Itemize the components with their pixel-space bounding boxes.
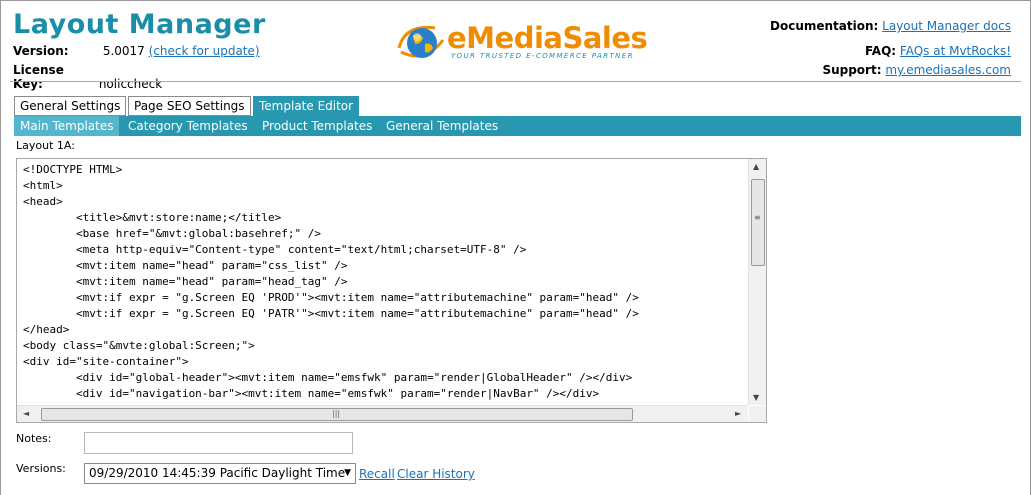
code-line: <!DOCTYPE HTML> (23, 163, 123, 176)
license-row: License Key: noliccheck (13, 63, 162, 91)
support-row: Support: my.emediasales.com (822, 63, 1011, 77)
subtab-product-templates[interactable]: Product Templates (256, 116, 378, 136)
code-line: <html> (23, 179, 63, 192)
scroll-left-icon[interactable]: ◄ (23, 409, 29, 418)
code-line: <mvt:if expr = "g.Screen EQ 'PROD'"><mvt… (23, 291, 639, 304)
code-line: <title>&mvt:store:name;</title> (23, 211, 282, 224)
tab-template-editor[interactable]: Template Editor (253, 96, 360, 116)
tab-general-settings[interactable]: General Settings (14, 96, 127, 116)
support-link[interactable]: my.emediasales.com (885, 63, 1011, 77)
logo-tagline: YOUR TRUSTED E-COMMERCE PARTNER (451, 52, 634, 60)
faq-label: FAQ: (864, 44, 897, 58)
grip-icon: ||| (332, 409, 341, 418)
window-border-left (0, 0, 1, 495)
code-text[interactable]: <!DOCTYPE HTML> <html> <head> <title>&mvt:… (23, 162, 745, 403)
code-line: <base href="&mvt:global:basehref;" /> (23, 227, 322, 240)
clear-history-link[interactable]: Clear History (397, 467, 475, 481)
version-row: Version: 5.0017 (check for update) (13, 44, 260, 58)
code-line: <mvt:if expr = "g.Screen EQ 'PATR'"><mvt… (23, 307, 639, 320)
code-line: <mvt:item name="head" param="css_list" /… (23, 259, 348, 272)
horizontal-scrollbar[interactable]: ◄ ||| ► (17, 405, 748, 422)
window-border-top (0, 0, 1031, 1)
code-line: <div id="global-header"><mvt:item name="… (23, 371, 633, 384)
scroll-right-icon[interactable]: ► (735, 409, 741, 418)
subtab-main-templates[interactable]: Main Templates (14, 116, 120, 136)
layout-label: Layout 1A: (16, 139, 75, 152)
support-label: Support: (822, 63, 882, 77)
code-line: <head> (23, 195, 63, 208)
recall-link[interactable]: Recall (359, 467, 395, 481)
notes-label: Notes: (16, 432, 52, 445)
notes-input[interactable] (84, 432, 353, 454)
version-value: 5.0017 (102, 44, 145, 58)
header-divider (10, 81, 1021, 82)
license-label: License Key: (13, 63, 64, 91)
code-line: <mvt:item name="head" param="head_tag" /… (23, 275, 348, 288)
code-line: <div id="site-container"> (23, 355, 189, 368)
vertical-scroll-thumb[interactable]: ≡ (751, 179, 765, 266)
tab-page-seo-settings[interactable]: Page SEO Settings (128, 96, 251, 116)
code-line: <body class="&mvte:global:Screen;"> (23, 339, 255, 352)
documentation-link[interactable]: Layout Manager docs (882, 19, 1011, 33)
horizontal-scroll-thumb[interactable]: ||| (41, 408, 633, 421)
versions-select[interactable]: 09/29/2010 14:45:39 Pacific Daylight Tim… (84, 463, 356, 484)
logo-text: eMediaSales (447, 21, 648, 55)
faq-link[interactable]: FAQs at MvtRocks! (900, 44, 1011, 58)
chevron-down-icon[interactable]: ▼ (344, 464, 351, 483)
scroll-corner (749, 406, 766, 422)
check-update-link[interactable]: (check for update) (149, 44, 260, 58)
version-label: Version: (13, 44, 69, 58)
subtab-category-templates[interactable]: Category Templates (122, 116, 254, 136)
globe-icon (397, 25, 445, 58)
documentation-label: Documentation: (770, 19, 879, 33)
grip-icon: ≡ (754, 213, 761, 222)
app-title: Layout Manager (13, 9, 266, 40)
versions-label: Versions: (16, 462, 66, 475)
code-line: <div id="navigation-bar"><mvt:item name=… (23, 387, 600, 400)
template-subnav: Main Templates Category Templates Produc… (14, 116, 1021, 136)
template-code-editor[interactable]: <!DOCTYPE HTML> <html> <head> <title>&mvt:… (16, 158, 767, 423)
scroll-up-icon[interactable]: ▲ (753, 162, 759, 171)
emediasales-logo: eMediaSales YOUR TRUSTED E-COMMERCE PART… (395, 18, 665, 66)
code-line: <meta http-equiv="Content-type" content=… (23, 243, 527, 256)
faq-row: FAQ: FAQs at MvtRocks! (865, 44, 1011, 58)
code-line: </head> (23, 323, 70, 336)
license-value: noliccheck (98, 77, 163, 91)
scroll-down-icon[interactable]: ▼ (753, 393, 759, 402)
vertical-scrollbar[interactable]: ▲ ≡ ▼ (748, 159, 766, 405)
documentation-row: Documentation: Layout Manager docs (770, 19, 1011, 33)
versions-selected-value: 09/29/2010 14:45:39 Pacific Daylight Tim… (89, 466, 346, 480)
subtab-general-templates[interactable]: General Templates (380, 116, 504, 136)
